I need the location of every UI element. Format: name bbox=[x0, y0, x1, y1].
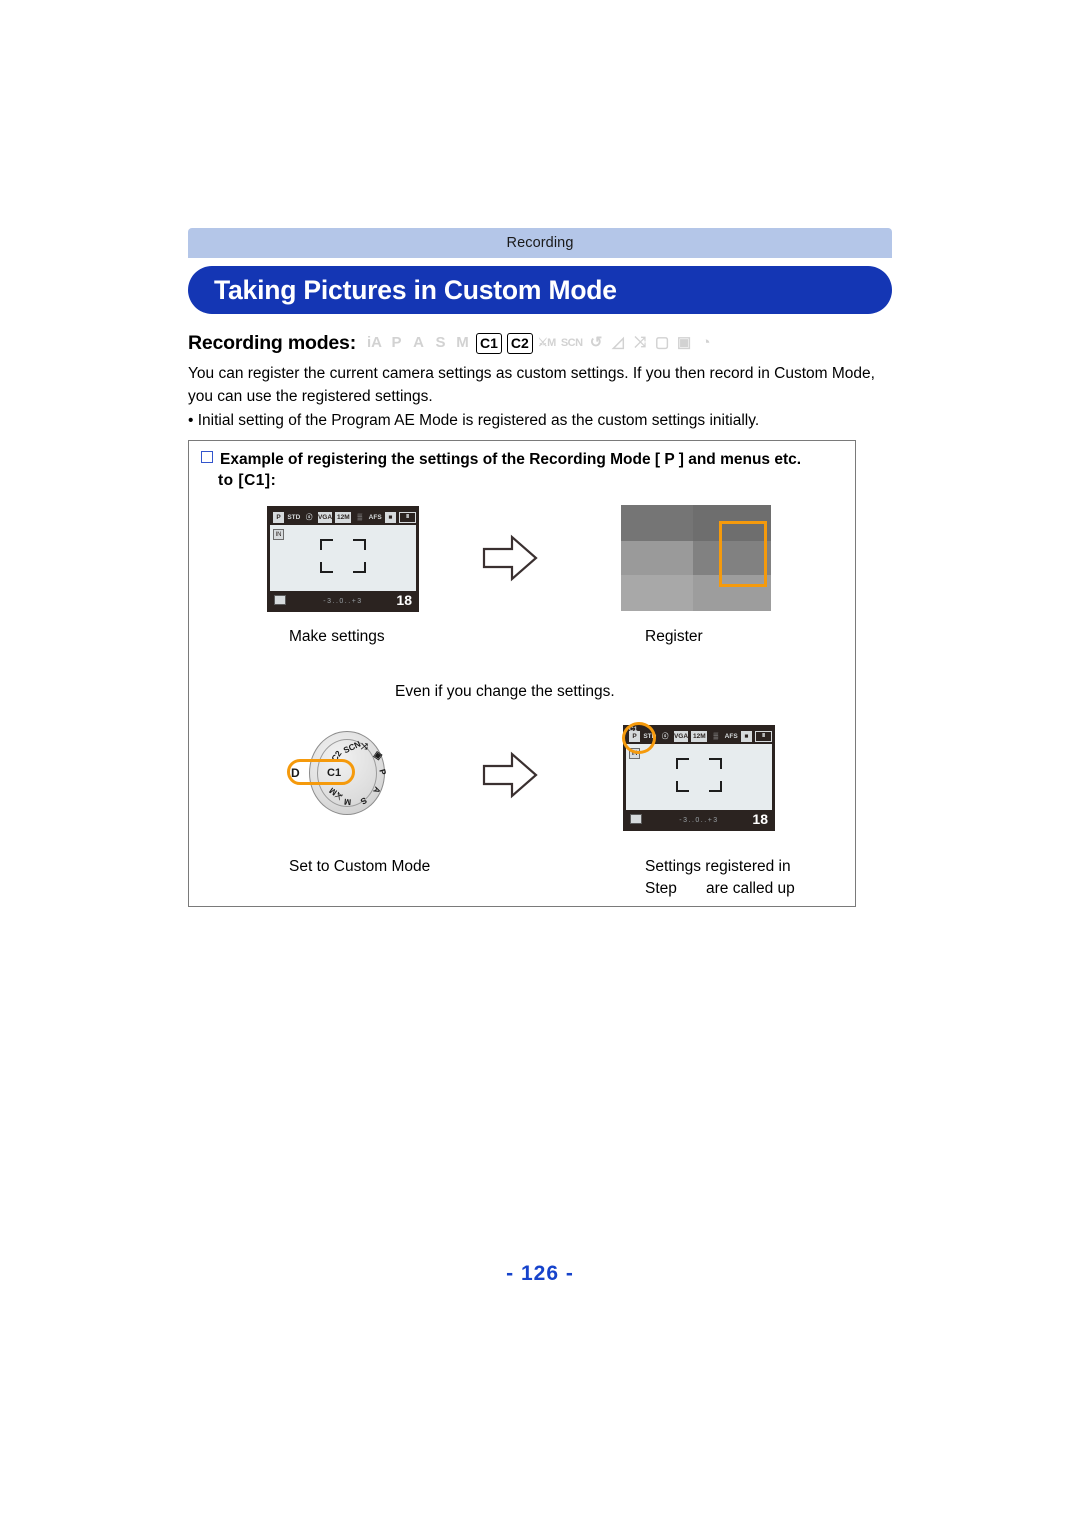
sports-mode-icon: ⤨ bbox=[634, 334, 647, 351]
battery-icon-2: III bbox=[755, 730, 772, 742]
caption-set-custom-mode: Set to Custom Mode bbox=[289, 858, 431, 875]
af-corner-bottom-left bbox=[320, 562, 333, 573]
section-tab: Recording bbox=[188, 228, 892, 258]
af-corner-top-right bbox=[353, 539, 366, 550]
aperture-priority-mode-icon: A bbox=[413, 334, 424, 351]
page-title-bar: Taking Pictures in Custom Mode bbox=[188, 266, 892, 314]
panorama-mode-icon: ↺ bbox=[589, 334, 603, 351]
register-highlight-rect bbox=[719, 521, 767, 587]
example-box: Example of registering the settings of t… bbox=[188, 440, 856, 907]
af-corner-top-left bbox=[320, 539, 333, 550]
picture-size-icon: 12M bbox=[335, 511, 352, 523]
recording-modes-label: Recording modes: bbox=[188, 331, 356, 354]
picture-size-icon-2: 12M bbox=[691, 730, 708, 742]
caption-even-if: Even if you change the settings. bbox=[395, 683, 615, 700]
square-bullet-icon bbox=[201, 451, 213, 463]
right-arrow-icon-2 bbox=[482, 751, 538, 799]
menu-block-c bbox=[621, 541, 693, 575]
lcd-inner-1: P STD ⓢ VGA 12M ▒ AFS ■ III IN -3..0..+3… bbox=[270, 509, 416, 609]
caption-register: Register bbox=[645, 628, 703, 645]
menu-block-e bbox=[621, 575, 693, 611]
exposure-scale: -3..0..+3 bbox=[323, 598, 363, 605]
right-arrow-outline-1 bbox=[482, 534, 538, 587]
intro-paragraph: You can register the current camera sett… bbox=[188, 365, 875, 405]
caption-called-up-line3: are called up bbox=[706, 880, 795, 897]
exposure-scale-2: -3..0..+3 bbox=[679, 817, 719, 824]
intro-text: You can register the current camera sett… bbox=[188, 362, 888, 432]
shutter-priority-mode-icon: S bbox=[435, 334, 446, 351]
flash-off-icon: ⓢ bbox=[305, 513, 313, 521]
af-corner-bottom-right bbox=[353, 562, 366, 573]
dial-label-p: P bbox=[377, 767, 389, 777]
metering-mode-icon bbox=[274, 595, 286, 605]
caption-called-up-line1: Settings registered in bbox=[645, 858, 791, 875]
af-corner-bottom-right-2 bbox=[709, 781, 722, 792]
af-corner-top-right-2 bbox=[709, 758, 722, 769]
intro-bullet: • Initial setting of the Program AE Mode… bbox=[188, 412, 760, 429]
shots-remaining: 18 bbox=[396, 592, 412, 608]
af-area-icon: ■ bbox=[385, 511, 396, 523]
register-menu-image bbox=[621, 505, 771, 611]
page-number: - 126 - bbox=[506, 1262, 574, 1285]
lcd-bottom-bar-1: -3..0..+3 18 bbox=[270, 591, 416, 609]
night-portrait-mode-icon: ▣ bbox=[676, 334, 692, 351]
lcd2-mode-badge-highlight bbox=[622, 722, 656, 754]
section-tab-label: Recording bbox=[506, 235, 574, 251]
mode-badge-p-icon: P bbox=[273, 511, 284, 523]
manual-exposure-mode-icon: M bbox=[456, 334, 469, 351]
scene-mode-icon: SCN bbox=[560, 337, 583, 349]
lcd-screen-make-settings: P STD ⓢ VGA 12M ▒ AFS ■ III IN -3..0..+3… bbox=[267, 506, 419, 612]
quality-fine-icon: ▒ bbox=[357, 513, 363, 521]
custom-mode-c1-icon: C1 bbox=[476, 332, 502, 354]
recording-modes-icon-list: iA P A S M C1 C2 ⚔M SCN ↺ ◿ ⤨ ▢ ▣ ◔ bbox=[366, 332, 715, 354]
af-mode-icon-2: AFS bbox=[724, 732, 738, 740]
battery-icon: III bbox=[399, 511, 416, 523]
example-heading: Example of registering the settings of t… bbox=[201, 449, 845, 491]
example-heading-line2: to [C1]: bbox=[218, 472, 277, 489]
photo-style-icon: STD bbox=[287, 513, 301, 521]
caption-called-up-step: Step bbox=[645, 880, 677, 897]
picture-quality-icon: VGA bbox=[317, 511, 333, 523]
custom-mode-c2-icon: C2 bbox=[506, 332, 533, 354]
creative-video-mode-icon: ⚔M bbox=[537, 337, 557, 349]
portrait-mode-icon: ▢ bbox=[654, 334, 670, 351]
lcd-status-bar-1: P STD ⓢ VGA 12M ▒ AFS ■ III bbox=[270, 509, 416, 525]
flash-off-icon-2: ⓢ bbox=[661, 732, 669, 740]
mode-dial: C2 SCN ⤨ ▣ P A S M ⚔M C1 D bbox=[287, 731, 407, 821]
page-title: Taking Pictures in Custom Mode bbox=[214, 274, 617, 305]
quality-fine-icon-2: ▒ bbox=[713, 732, 719, 740]
dial-highlight-c1 bbox=[287, 759, 355, 785]
shots-remaining-2: 18 bbox=[752, 811, 768, 827]
af-area-frame-1 bbox=[320, 539, 366, 573]
recording-modes-row: Recording modes: iA P A S M C1 C2 ⚔M SCN… bbox=[188, 330, 715, 356]
right-arrow-icon-1 bbox=[482, 534, 538, 582]
right-arrow-outline-2 bbox=[482, 751, 538, 804]
creative-control-mode-icon: ◔ bbox=[701, 334, 711, 351]
af-area-icon-2: ■ bbox=[741, 730, 752, 742]
dial-label-sports: ⤨ bbox=[360, 740, 369, 752]
af-corner-top-left-2 bbox=[676, 758, 689, 769]
manual-page: Recording Taking Pictures in Custom Mode… bbox=[0, 0, 1080, 1526]
landscape-mode-icon: ◿ bbox=[612, 334, 624, 351]
dial-label-m: M bbox=[343, 796, 352, 808]
picture-quality-icon-2: VGA bbox=[673, 730, 689, 742]
program-ae-mode-icon: P bbox=[391, 334, 402, 351]
internal-memory-icon: IN bbox=[273, 529, 284, 540]
metering-mode-icon-2 bbox=[630, 814, 642, 824]
lcd-bottom-bar-2: -3..0..+3 18 bbox=[626, 810, 772, 828]
af-mode-icon: AFS bbox=[368, 513, 382, 521]
intelligent-auto-mode-icon: iA bbox=[367, 334, 382, 351]
caption-make-settings: Make settings bbox=[289, 628, 385, 645]
example-heading-line1: Example of registering the settings of t… bbox=[220, 451, 802, 468]
menu-block-a bbox=[621, 505, 693, 541]
af-area-frame-2 bbox=[676, 758, 722, 792]
af-corner-bottom-left-2 bbox=[676, 781, 689, 792]
